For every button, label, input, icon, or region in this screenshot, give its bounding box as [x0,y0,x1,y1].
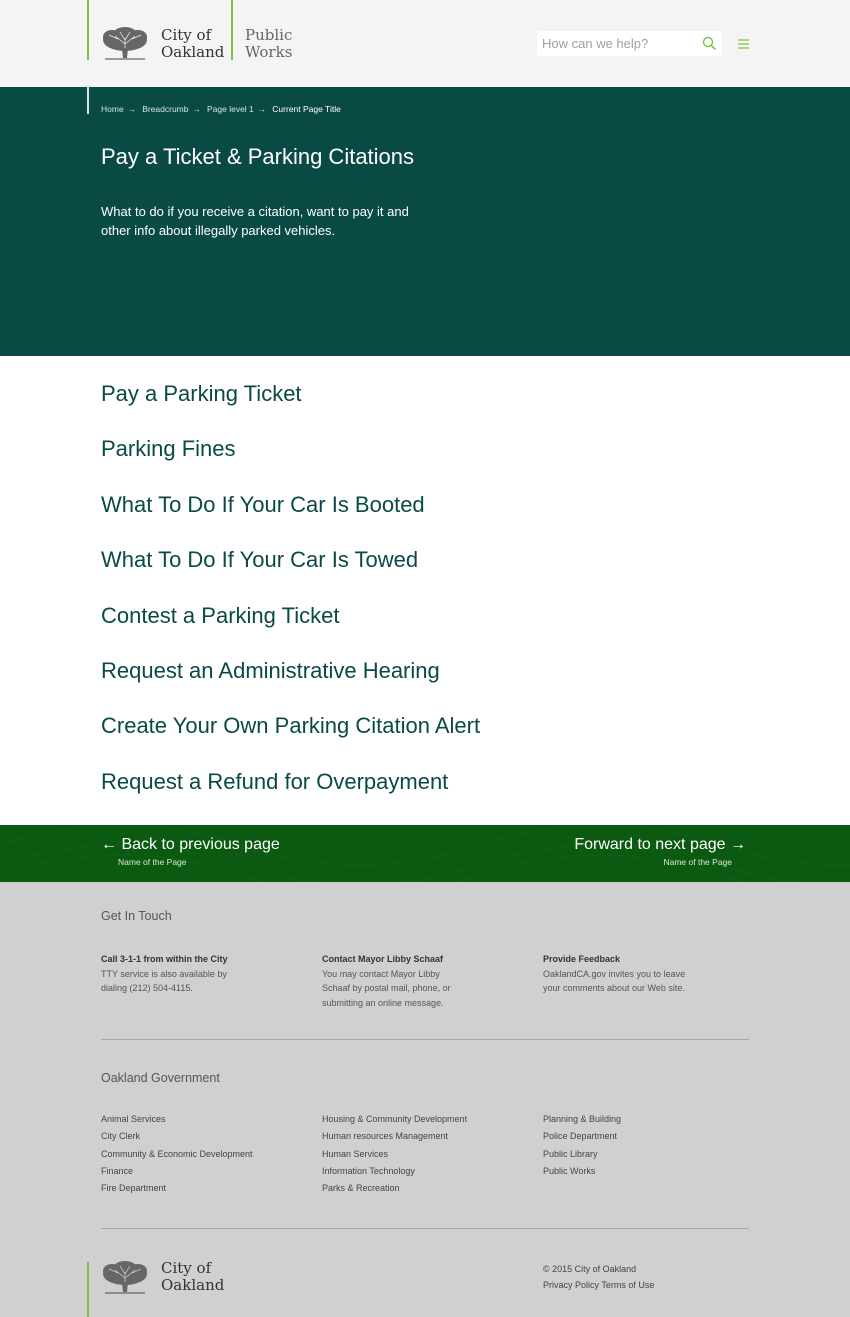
search-input[interactable] [537,31,697,56]
arrow-right-icon: → [730,836,746,853]
gov-link-housing[interactable]: Housing & Community Development [322,1111,467,1128]
department-name-line1: Public [245,26,293,44]
footer-city-name-logo[interactable]: City of Oakland [161,1260,224,1294]
government-links-column-3: Planning & Building Police Department Pu… [543,1111,621,1180]
copyright-text: © 2015 City of Oakland [543,1264,637,1274]
gov-link-animal-services[interactable]: Animal Services [101,1111,253,1128]
department-name-line2: Works [245,43,293,61]
gov-link-human-services[interactable]: Human Services [322,1146,467,1163]
back-link-subtitle: Name of the Page [118,857,187,867]
next-link-subtitle: Name of the Page [663,857,732,867]
back-to-previous-page-link[interactable]: ← Back to previous page Name of the Page [101,835,280,869]
gov-link-public-library[interactable]: Public Library [543,1146,621,1163]
contact-title[interactable]: Contact Mayor Libby Schaaf [322,952,482,967]
oak-tree-logo-icon[interactable] [100,1260,150,1294]
breadcrumb-separator-icon: → [192,104,202,114]
contact-title[interactable]: Call 3-1-1 from within the City [101,952,261,967]
privacy-policy-link[interactable]: Privacy Policy [543,1280,599,1290]
topic-link-admin-hearing[interactable]: Request an Administrative Hearing [101,655,480,710]
footer-divider [101,1228,749,1229]
contact-call-311: Call 3-1-1 from within the City TTY serv… [101,952,261,996]
page-navigation-band: ← Back to previous page Name of the Page… [0,825,850,882]
gov-link-finance[interactable]: Finance [101,1163,253,1180]
footer-city-line2: Oakland [161,1276,225,1294]
topic-link-refund[interactable]: Request a Refund for Overpayment [101,766,480,821]
next-link-text-row: Forward to next page → [574,835,746,855]
oak-tree-logo-icon[interactable] [100,26,150,60]
topic-link-contest-ticket[interactable]: Contest a Parking Ticket [101,600,480,655]
terms-of-use-link[interactable]: Terms of Use [601,1280,654,1290]
gov-link-city-clerk[interactable]: City Clerk [101,1128,253,1145]
contact-feedback: Provide Feedback OaklandCA.gov invites y… [543,952,703,996]
breadcrumb-home[interactable]: Home [101,104,124,114]
topic-link-list: Pay a Parking Ticket Parking Fines What … [101,378,480,821]
gov-link-public-works[interactable]: Public Works [543,1163,621,1180]
contact-body: TTY service is also available by dialing… [101,968,227,994]
topic-link-citation-alert[interactable]: Create Your Own Parking Citation Alert [101,710,480,765]
search-icon[interactable] [702,36,717,51]
site-header: City of Oakland Public Works [0,0,850,87]
back-link-label: Back to previous page [121,836,280,853]
breadcrumb: Home → Breadcrumb → Page level 1 → Curre… [101,104,341,114]
city-name-line1: City of [161,26,212,44]
gov-link-planning-building[interactable]: Planning & Building [543,1111,621,1128]
get-in-touch-heading: Get In Touch [101,909,172,923]
legal-links: Privacy Policy Terms of Use [543,1277,654,1293]
topic-link-pay-ticket[interactable]: Pay a Parking Ticket [101,378,480,433]
contact-body: OaklandCA.gov invites you to leave your … [543,968,686,994]
gov-link-human-resources[interactable]: Human resources Management [322,1128,467,1145]
footer-city-line1: City of [161,1259,212,1277]
hamburger-menu-icon[interactable] [737,38,750,50]
back-link-text-row: ← Back to previous page [101,835,280,855]
footer-divider [101,1039,749,1040]
arrow-left-icon: ← [101,836,117,853]
footer-legal: © 2015 City of Oakland Privacy Policy Te… [543,1261,654,1293]
hero-banner: Home → Breadcrumb → Page level 1 → Curre… [0,87,850,356]
city-name-line2: Oakland [161,43,225,61]
footer-accent-line [87,1262,89,1317]
breadcrumb-item[interactable]: Page level 1 [207,104,254,114]
oakland-government-heading: Oakland Government [101,1071,220,1085]
breadcrumb-current: Current Page Title [272,104,341,114]
gov-link-information-technology[interactable]: Information Technology [322,1163,467,1180]
page-title: Pay a Ticket & Parking Citations [101,144,415,169]
gov-link-police-department[interactable]: Police Department [543,1128,621,1145]
government-links-column-2: Housing & Community Development Human re… [322,1111,467,1197]
department-name[interactable]: Public Works [245,27,292,61]
hero-accent-line [87,87,89,114]
government-links-column-1: Animal Services City Clerk Community & E… [101,1111,253,1197]
topic-link-car-booted[interactable]: What To Do If Your Car Is Booted [101,489,480,544]
contact-body: You may contact Mayor Libby Schaaf by po… [322,968,451,1008]
contact-title[interactable]: Provide Feedback [543,952,703,967]
topic-link-car-towed[interactable]: What To Do If Your Car Is Towed [101,544,480,599]
topic-link-parking-fines[interactable]: Parking Fines [101,433,480,488]
search-box [537,31,722,56]
breadcrumb-separator-icon: → [257,104,267,114]
breadcrumb-item[interactable]: Breadcrumb [142,104,188,114]
gov-link-fire-department[interactable]: Fire Department [101,1180,253,1197]
header-accent-line [231,0,233,60]
breadcrumb-separator-icon: → [127,104,137,114]
gov-link-parks-recreation[interactable]: Parks & Recreation [322,1180,467,1197]
next-link-label: Forward to next page [574,836,726,853]
forward-to-next-page-link[interactable]: Forward to next page → Name of the Page [574,835,746,869]
page-description: What to do if you receive a citation, wa… [101,204,409,238]
city-name-logo[interactable]: City of Oakland [161,27,224,61]
gov-link-community-economic-development[interactable]: Community & Economic Development [101,1146,253,1163]
header-accent-line [87,0,89,60]
site-footer: Get In Touch Call 3-1-1 from within the … [0,882,850,1317]
contact-mayor: Contact Mayor Libby Schaaf You may conta… [322,952,482,1010]
